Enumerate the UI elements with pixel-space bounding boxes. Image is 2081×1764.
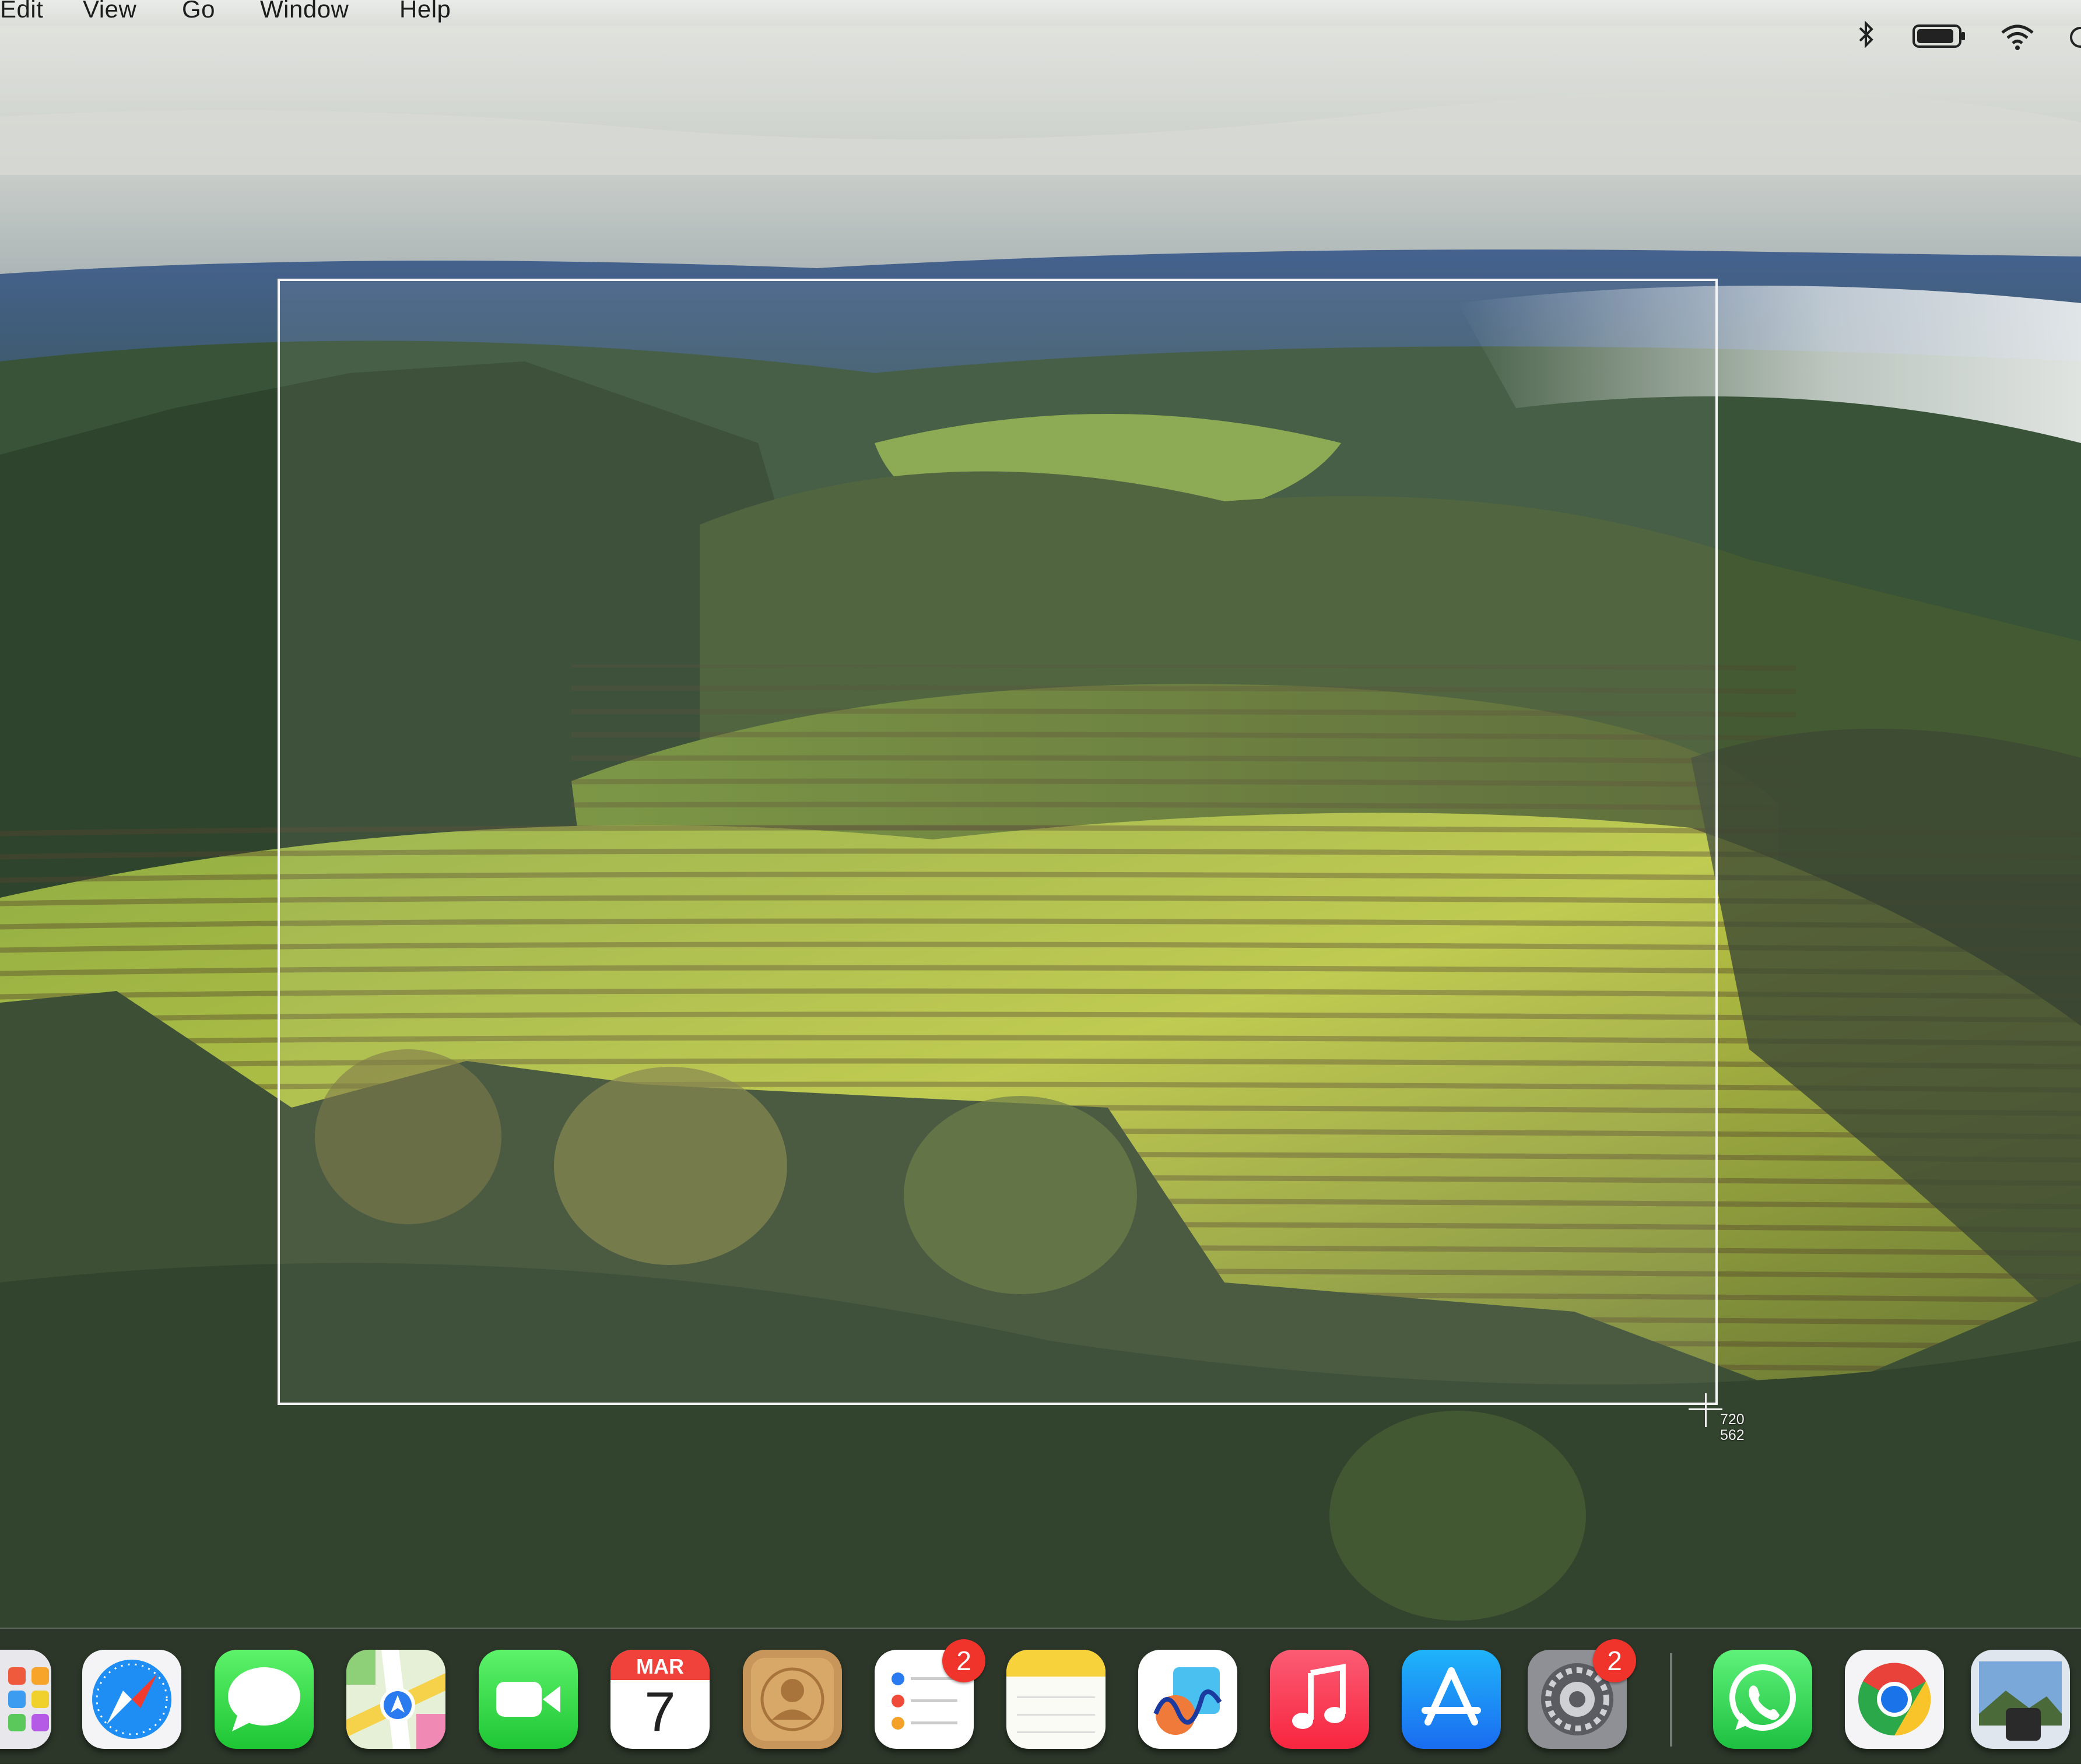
dock-app-preview[interactable] bbox=[1971, 1650, 2070, 1749]
control-center-icon[interactable] bbox=[2069, 26, 2081, 49]
dock-app-app-store[interactable] bbox=[1402, 1650, 1501, 1749]
menu-window[interactable]: Window bbox=[260, 0, 349, 22]
dock-app-whatsapp[interactable] bbox=[1713, 1650, 1812, 1749]
dock-app-launchpad[interactable] bbox=[0, 1650, 51, 1749]
contacts-icon bbox=[751, 1658, 834, 1741]
screenshot-selection-rectangle[interactable] bbox=[278, 279, 1718, 1405]
selection-height-readout: 562 bbox=[1720, 1427, 1745, 1443]
dock-app-maps[interactable] bbox=[346, 1650, 445, 1749]
menu-edit[interactable]: Edit bbox=[0, 0, 43, 22]
preview-icon bbox=[1979, 1661, 2062, 1741]
dock-app-messages[interactable] bbox=[215, 1650, 314, 1749]
menu-go[interactable]: Go bbox=[182, 0, 215, 22]
wifi-icon[interactable] bbox=[2000, 22, 2035, 51]
messages-icon bbox=[228, 1667, 300, 1731]
dock-app-safari[interactable] bbox=[82, 1650, 181, 1749]
system-settings-badge: 2 bbox=[1593, 1639, 1636, 1682]
dock-app-contacts[interactable] bbox=[743, 1650, 842, 1749]
calendar-month: MAR bbox=[636, 1654, 684, 1678]
dock-divider bbox=[1670, 1653, 1672, 1747]
dock-app-notes[interactable] bbox=[1006, 1650, 1106, 1749]
menu-view[interactable]: View bbox=[83, 0, 136, 22]
dock-app-chrome[interactable] bbox=[1845, 1650, 1944, 1749]
dock-app-music[interactable] bbox=[1270, 1650, 1369, 1749]
dock-app-facetime[interactable] bbox=[479, 1650, 578, 1749]
music-icon bbox=[1292, 1664, 1346, 1729]
battery-icon[interactable] bbox=[1912, 23, 1966, 49]
facetime-icon bbox=[496, 1682, 560, 1717]
menu-bar: Edit View Go Window Help bbox=[0, 0, 2081, 26]
menu-help[interactable]: Help bbox=[399, 0, 451, 22]
crosshair-cursor-horizontal bbox=[1689, 1408, 1722, 1410]
safari-icon bbox=[92, 1660, 171, 1739]
chrome-icon bbox=[1858, 1663, 1931, 1736]
selection-width-readout: 720 bbox=[1720, 1411, 1745, 1428]
dock-app-freeform[interactable] bbox=[1138, 1650, 1237, 1749]
freeform-icon bbox=[1153, 1667, 1222, 1735]
bluetooth-icon[interactable] bbox=[1858, 20, 1875, 49]
notes-icon bbox=[1006, 1650, 1106, 1733]
reminders-badge: 2 bbox=[942, 1639, 985, 1682]
launchpad-icon bbox=[8, 1667, 49, 1731]
maps-icon bbox=[346, 1650, 445, 1749]
app-store-icon bbox=[1422, 1667, 1481, 1726]
crosshair-cursor-vertical bbox=[1705, 1393, 1707, 1427]
selection-size-readout: 720 562 bbox=[1720, 1412, 1745, 1443]
calendar-day: 7 bbox=[644, 1681, 676, 1743]
dock-app-calendar[interactable]: MAR 7 bbox=[610, 1650, 710, 1749]
whatsapp-icon bbox=[1729, 1664, 1796, 1731]
